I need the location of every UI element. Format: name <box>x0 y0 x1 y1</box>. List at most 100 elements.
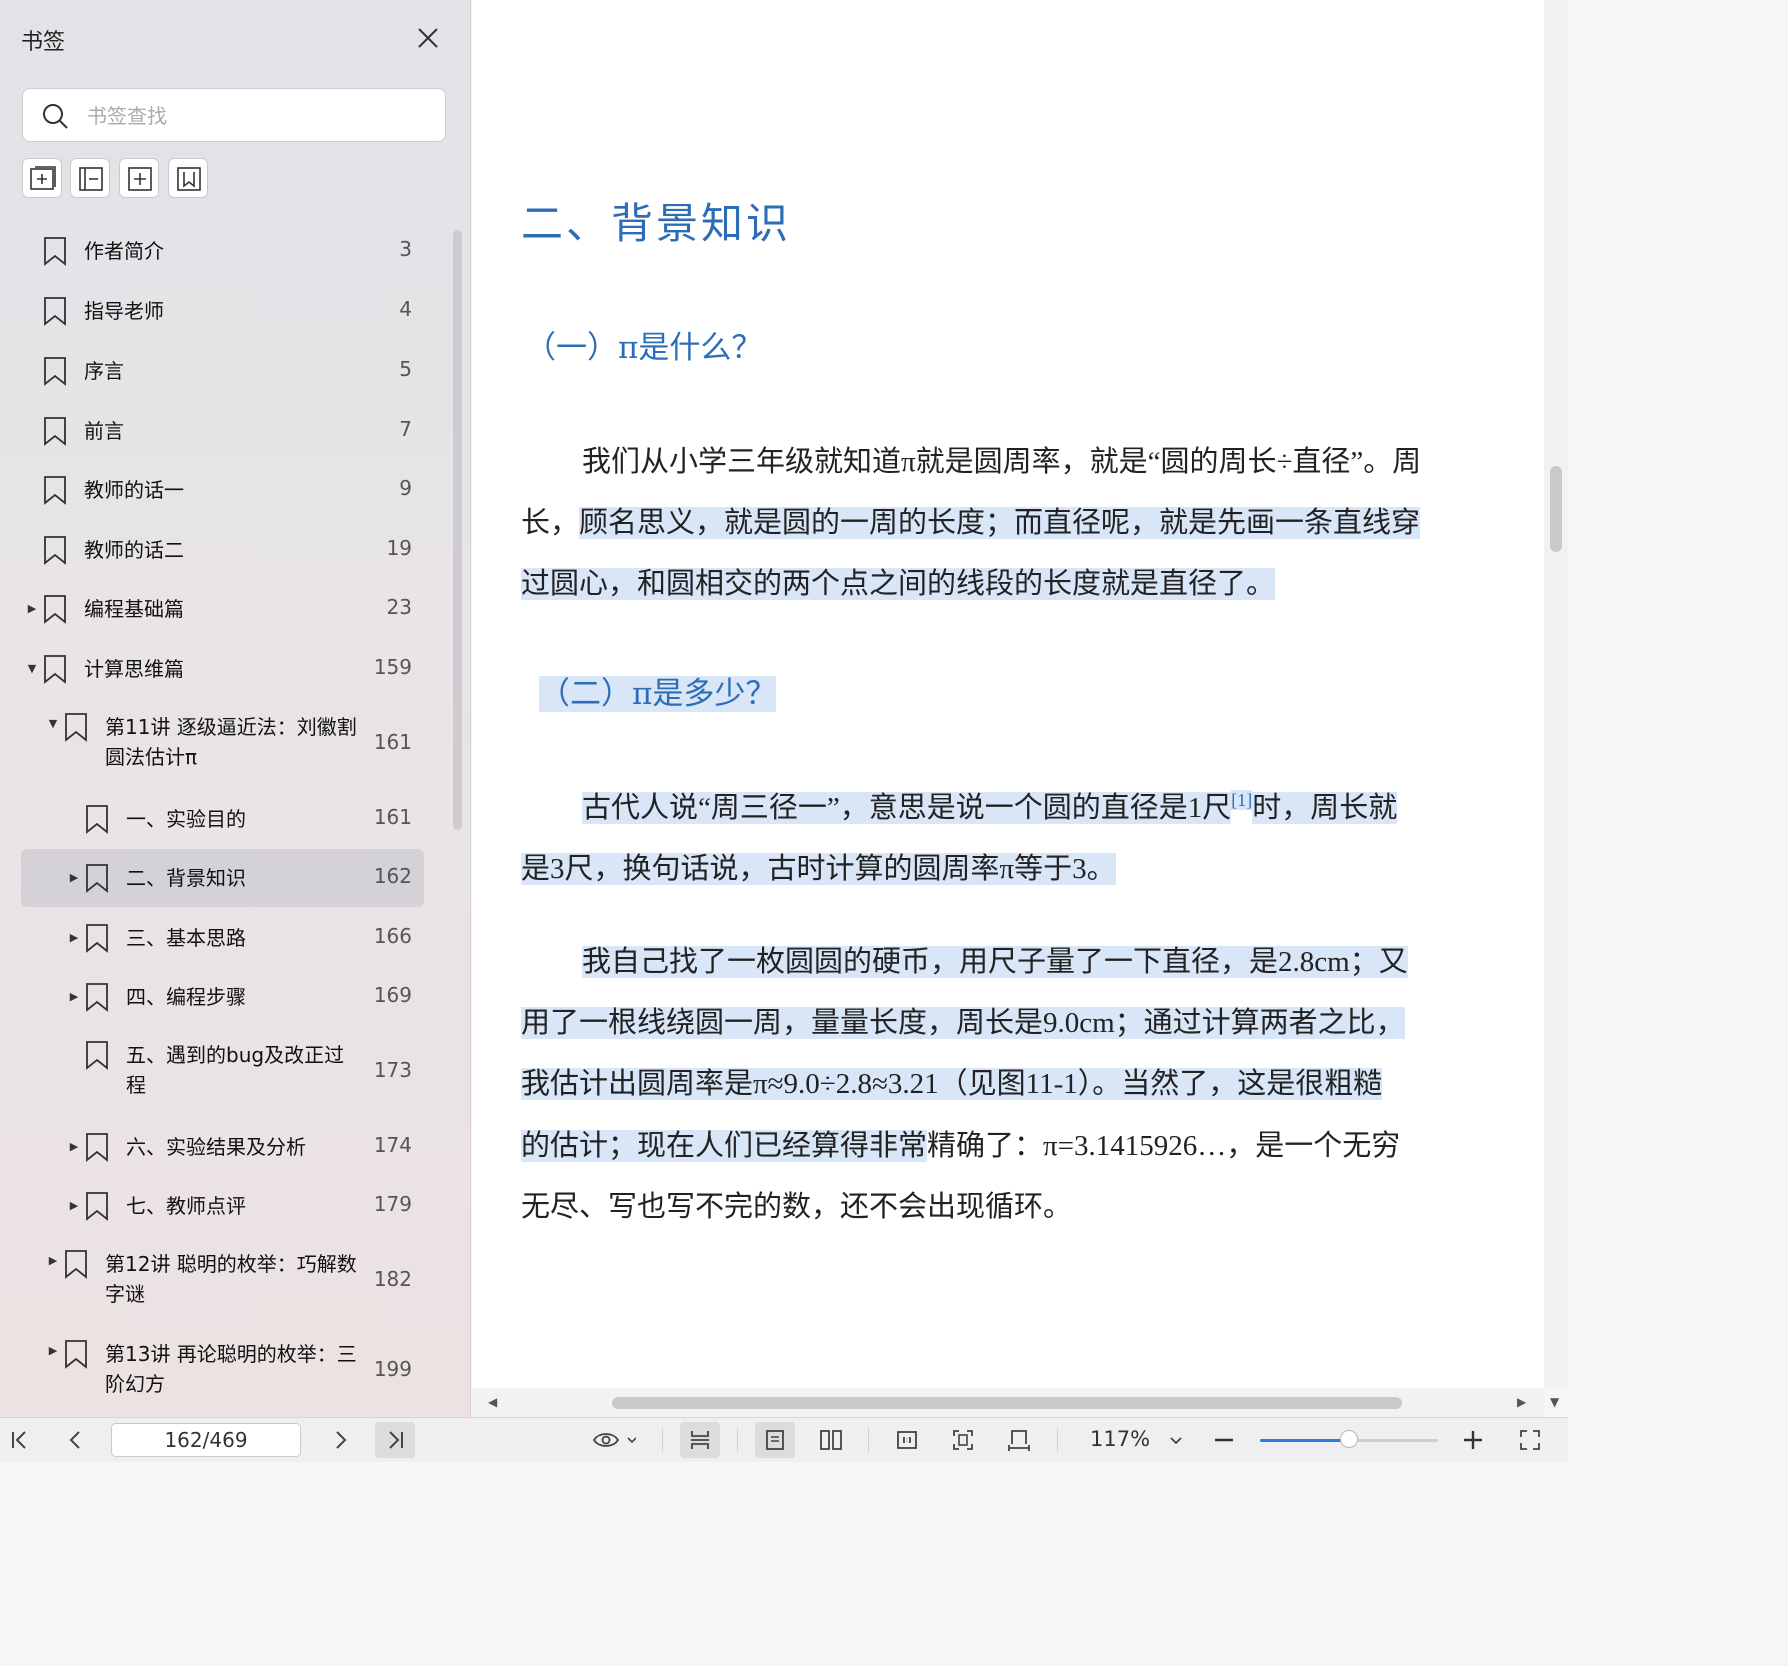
vertical-scroll-thumb[interactable] <box>1550 466 1562 552</box>
bookmark-label: 第13讲 再论聪明的枚举：三 阶幻方 <box>105 1342 357 1396</box>
bookmark-item[interactable]: 前言 7 <box>21 402 424 460</box>
scroll-right-icon[interactable]: ▶ <box>1517 1395 1526 1409</box>
single-page-button[interactable] <box>755 1422 795 1458</box>
collapsed-triangle-icon[interactable]: ▶ <box>46 1254 60 1268</box>
bookmark-page-number: 179 <box>373 1192 412 1216</box>
bookmark-search-input[interactable] <box>85 99 429 133</box>
vertical-scrollbar[interactable]: ▼ <box>1544 0 1568 1409</box>
bookmark-page-button[interactable] <box>168 158 208 198</box>
bookmark-icon <box>44 655 66 684</box>
zoom-out-button[interactable] <box>1204 1422 1244 1458</box>
chevron-right-icon <box>336 1431 347 1449</box>
previous-page-button[interactable] <box>56 1422 96 1458</box>
bookmark-page-number: 169 <box>373 983 412 1007</box>
paragraph-line: 无尽、写也写不完的数，还不会出现循环。 <box>521 1191 1073 1223</box>
bookmark-item[interactable]: ▶ 第13讲 再论聪明的枚举：三 阶幻方 199 <box>21 1327 424 1415</box>
expand-all-button[interactable] <box>22 158 62 198</box>
collapsed-triangle-icon[interactable]: ▶ <box>67 1140 81 1154</box>
bookmark-item[interactable]: 一、实验目的 161 <box>21 790 424 848</box>
zoom-slider-fill <box>1260 1439 1349 1442</box>
horizontal-scroll-thumb[interactable] <box>612 1397 1402 1409</box>
view-mode-button[interactable] <box>584 1422 640 1458</box>
bookmark-item[interactable]: ▶ 第12讲 聪明的枚举：巧解数 字谜 182 <box>21 1237 424 1325</box>
bookmark-item[interactable]: ▼ 第11讲 逐级逼近法：刘徽割 圆法估计π 161 <box>21 700 424 788</box>
collapsed-triangle-icon[interactable]: ▶ <box>67 1199 81 1213</box>
toolbar-separator <box>662 1428 663 1452</box>
bookmark-label: 作者简介 <box>84 239 164 263</box>
bookmark-item[interactable]: 教师的话一 9 <box>21 461 424 519</box>
bookmark-item[interactable]: ▶ 三、基本思路 166 <box>21 909 424 967</box>
next-page-button[interactable] <box>320 1422 360 1458</box>
bookmark-item[interactable]: 作者简介 3 <box>21 222 424 280</box>
zoom-level-select[interactable]: 117% <box>1090 1427 1150 1451</box>
fit-page-button[interactable] <box>943 1422 983 1458</box>
two-page-button[interactable] <box>811 1422 851 1458</box>
fullscreen-button[interactable] <box>1510 1422 1550 1458</box>
chevron-down-icon <box>1170 1437 1182 1445</box>
collapsed-triangle-icon[interactable]: ▶ <box>67 871 81 885</box>
collapsed-triangle-icon[interactable]: ▶ <box>67 990 81 1004</box>
zoom-slider-handle[interactable] <box>1340 1430 1358 1448</box>
collapsed-triangle-icon[interactable]: ▶ <box>25 602 39 616</box>
last-page-button[interactable] <box>375 1422 415 1458</box>
bookmark-label: 编程基础篇 <box>84 597 184 621</box>
bookmark-label: 前言 <box>84 419 124 443</box>
bookmark-label: 四、编程步骤 <box>126 985 246 1009</box>
expanded-triangle-icon[interactable]: ▼ <box>25 662 39 676</box>
horizontal-scrollbar[interactable]: ◀ ▶ <box>472 1388 1544 1417</box>
zoom-dropdown-button[interactable] <box>1160 1422 1190 1458</box>
first-page-button[interactable] <box>0 1422 40 1458</box>
page-number-field[interactable] <box>111 1423 301 1457</box>
bookmark-item[interactable]: ▶ 二、背景知识 162 <box>21 849 424 907</box>
fullscreen-icon <box>1520 1430 1540 1450</box>
sidebar-scrollbar[interactable] <box>453 230 462 830</box>
continuous-scroll-button[interactable] <box>680 1422 720 1458</box>
bookmark-item[interactable]: ▶ 七、教师点评 179 <box>21 1177 424 1235</box>
bookmark-label: 计算思维篇 <box>84 657 184 681</box>
bookmark-page-number: 166 <box>373 924 412 948</box>
bookmark-icon <box>44 357 66 386</box>
highlighted-text: 的估计；现在人们已经算得非常 <box>521 1130 928 1162</box>
single-page-icon <box>766 1430 784 1450</box>
bookmark-item[interactable]: ▼ 计算思维篇 159 <box>21 640 424 698</box>
highlighted-text: 过圆心，和圆相交的两个点之间的线段的长度就是直径了。 <box>521 568 1276 600</box>
add-bookmark-button[interactable] <box>119 158 159 198</box>
footnote-link[interactable]: [1] <box>1231 790 1253 811</box>
fit-width-button[interactable] <box>999 1422 1039 1458</box>
actual-size-button[interactable] <box>887 1422 927 1458</box>
collapse-all-button[interactable] <box>70 158 110 198</box>
zoom-in-button[interactable] <box>1453 1422 1493 1458</box>
bookmark-item[interactable]: 五、遇到的bug及改正过 程 173 <box>21 1028 424 1116</box>
highlighted-text: 是3尺，换句话说，古时计算的圆周率π等于3。 <box>521 853 1116 885</box>
paragraph-line: 我们从小学三年级就知道π就是圆周率，就是“圆的周长÷直径”。周 <box>582 446 1422 478</box>
bookmark-page-icon <box>177 167 201 191</box>
collapsed-triangle-icon[interactable]: ▶ <box>67 931 81 945</box>
collapsed-triangle-icon[interactable]: ▶ <box>46 1344 60 1358</box>
bookmark-page-number: 4 <box>399 297 412 321</box>
scroll-down-icon[interactable]: ▼ <box>1550 1395 1559 1409</box>
expanded-triangle-icon[interactable]: ▼ <box>46 717 60 731</box>
bookmark-item[interactable]: ▶ 四、编程步骤 169 <box>21 968 424 1026</box>
bookmark-page-number: 9 <box>399 476 412 500</box>
bookmark-item[interactable]: ▶ 六、实验结果及分析 174 <box>21 1118 424 1176</box>
bookmark-page-number: 161 <box>373 730 412 754</box>
bookmark-icon <box>86 1192 108 1221</box>
bookmark-icon <box>65 1250 87 1279</box>
fit-page-icon <box>953 1430 973 1450</box>
bookmark-page-number: 162 <box>373 864 412 888</box>
close-icon[interactable] <box>414 24 442 52</box>
bookmark-item[interactable]: ▶ 编程基础篇 23 <box>21 580 424 638</box>
bookmark-label: 三、基本思路 <box>126 926 246 950</box>
bookmark-item[interactable]: 指导老师 4 <box>21 282 424 340</box>
paragraph-line: 古代人说“周三径一”，意思是说一个圆的直径是1尺[1]时，周长就 <box>582 784 1398 826</box>
bookmark-label: 七、教师点评 <box>126 1194 246 1218</box>
bookmark-item[interactable]: 教师的话二 19 <box>21 521 424 579</box>
bookmark-label: 指导老师 <box>84 299 164 323</box>
bookmark-icon <box>44 417 66 446</box>
section-heading: 二、背景知识 <box>521 199 792 248</box>
fit-width-icon <box>1008 1430 1030 1451</box>
toolbar-separator <box>1057 1428 1058 1452</box>
scroll-left-icon[interactable]: ◀ <box>488 1395 497 1409</box>
paragraph-line: 用了一根线绕圆一周，量量长度，周长是9.0cm；通过计算两者之比， <box>521 999 1405 1041</box>
bookmark-item[interactable]: 序言 5 <box>21 342 424 400</box>
